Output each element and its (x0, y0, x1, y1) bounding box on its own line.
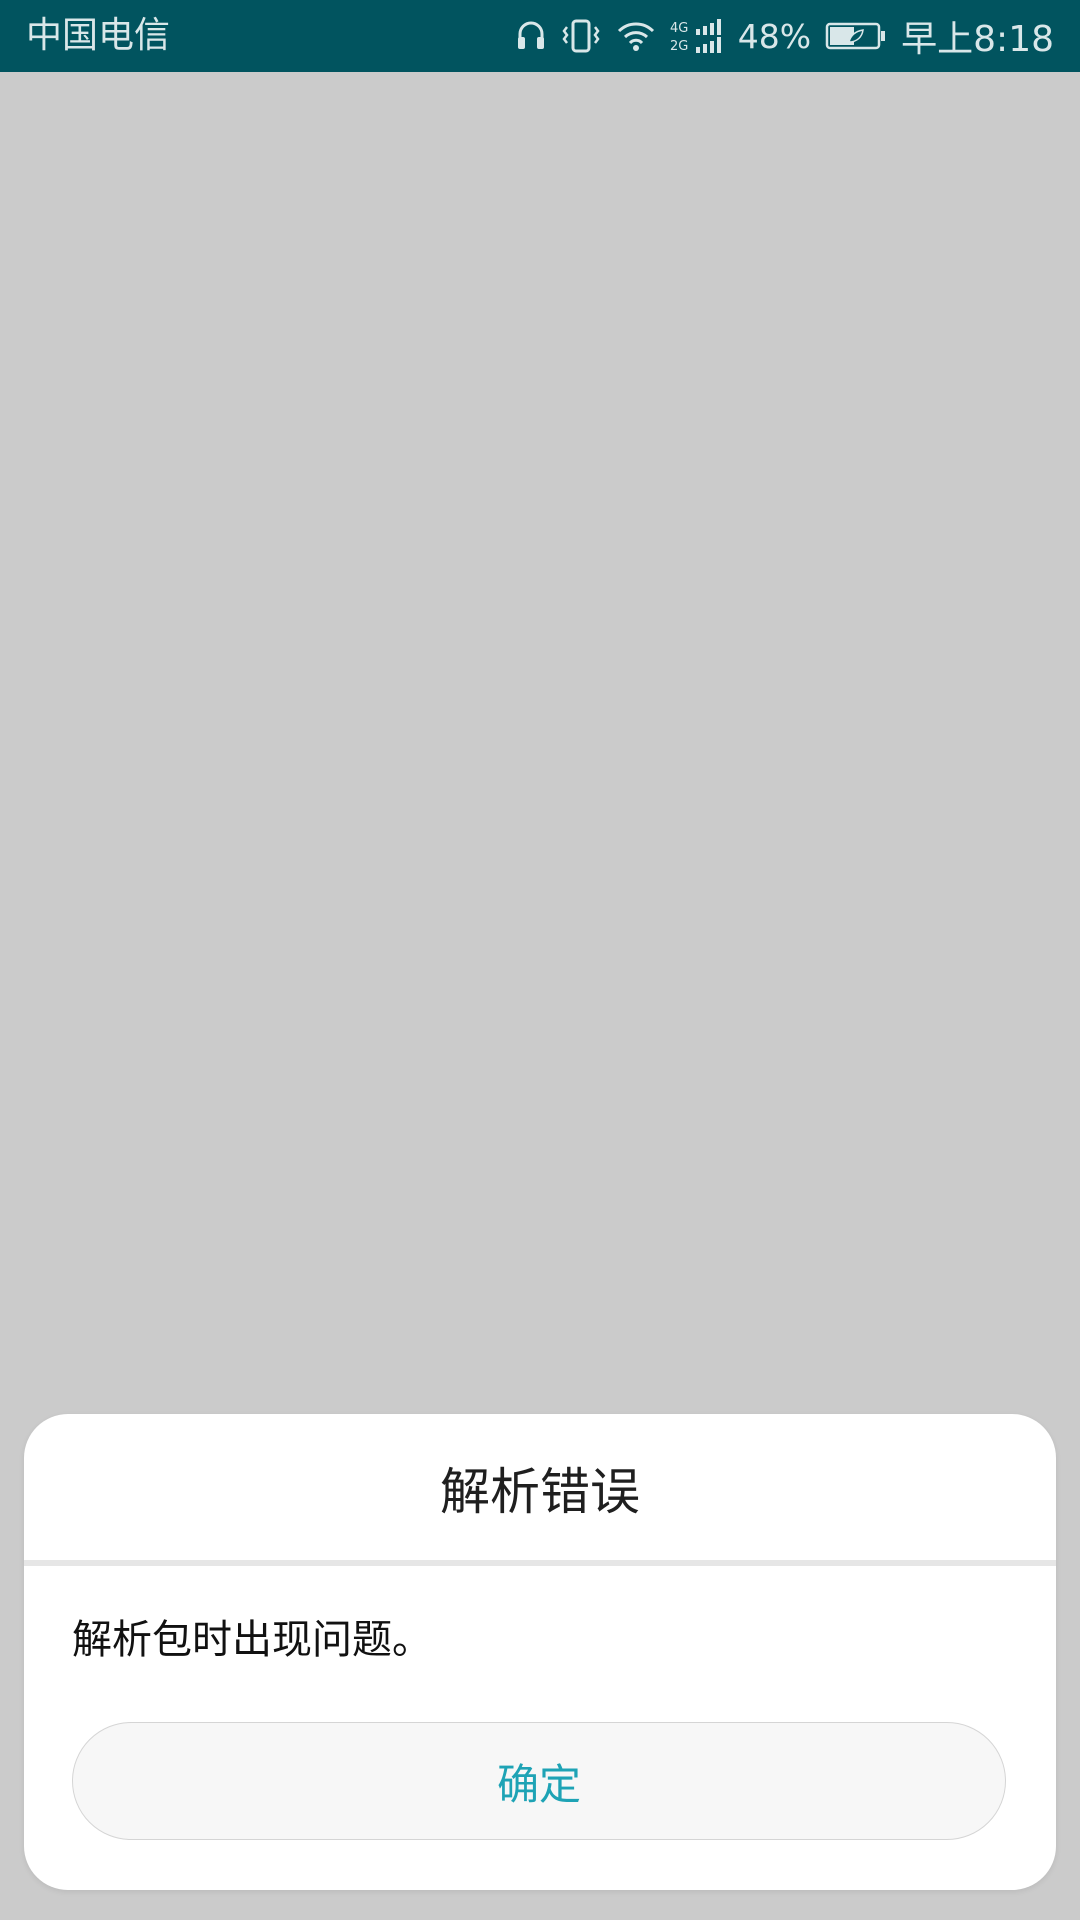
battery-percent: 48% (737, 16, 812, 56)
error-dialog: 解析错误 解析包时出现问题。 确定 (24, 1414, 1056, 1890)
battery-icon (825, 21, 887, 51)
status-icons: 4G 2G 48% 早上8:18 (502, 0, 1054, 72)
wifi-icon (616, 19, 656, 53)
clock: 早上8:18 (901, 19, 1054, 60)
dialog-divider (24, 1560, 1056, 1566)
carrier-name: 中国电信 (26, 15, 171, 56)
headset-icon (516, 19, 546, 53)
network-type-bottom: 2G (670, 39, 688, 54)
dialog-message: 解析包时出现问题。 (72, 1617, 432, 1663)
ok-button[interactable]: 确定 (72, 1722, 1006, 1840)
dialog-title: 解析错误 (440, 1463, 640, 1521)
vibrate-icon (560, 17, 602, 55)
signal-icon: 4G 2G (670, 17, 730, 55)
status-bar: 中国电信 4G 2G 48% 早上8:18 (0, 0, 1080, 72)
network-type-top: 4G (670, 21, 688, 36)
